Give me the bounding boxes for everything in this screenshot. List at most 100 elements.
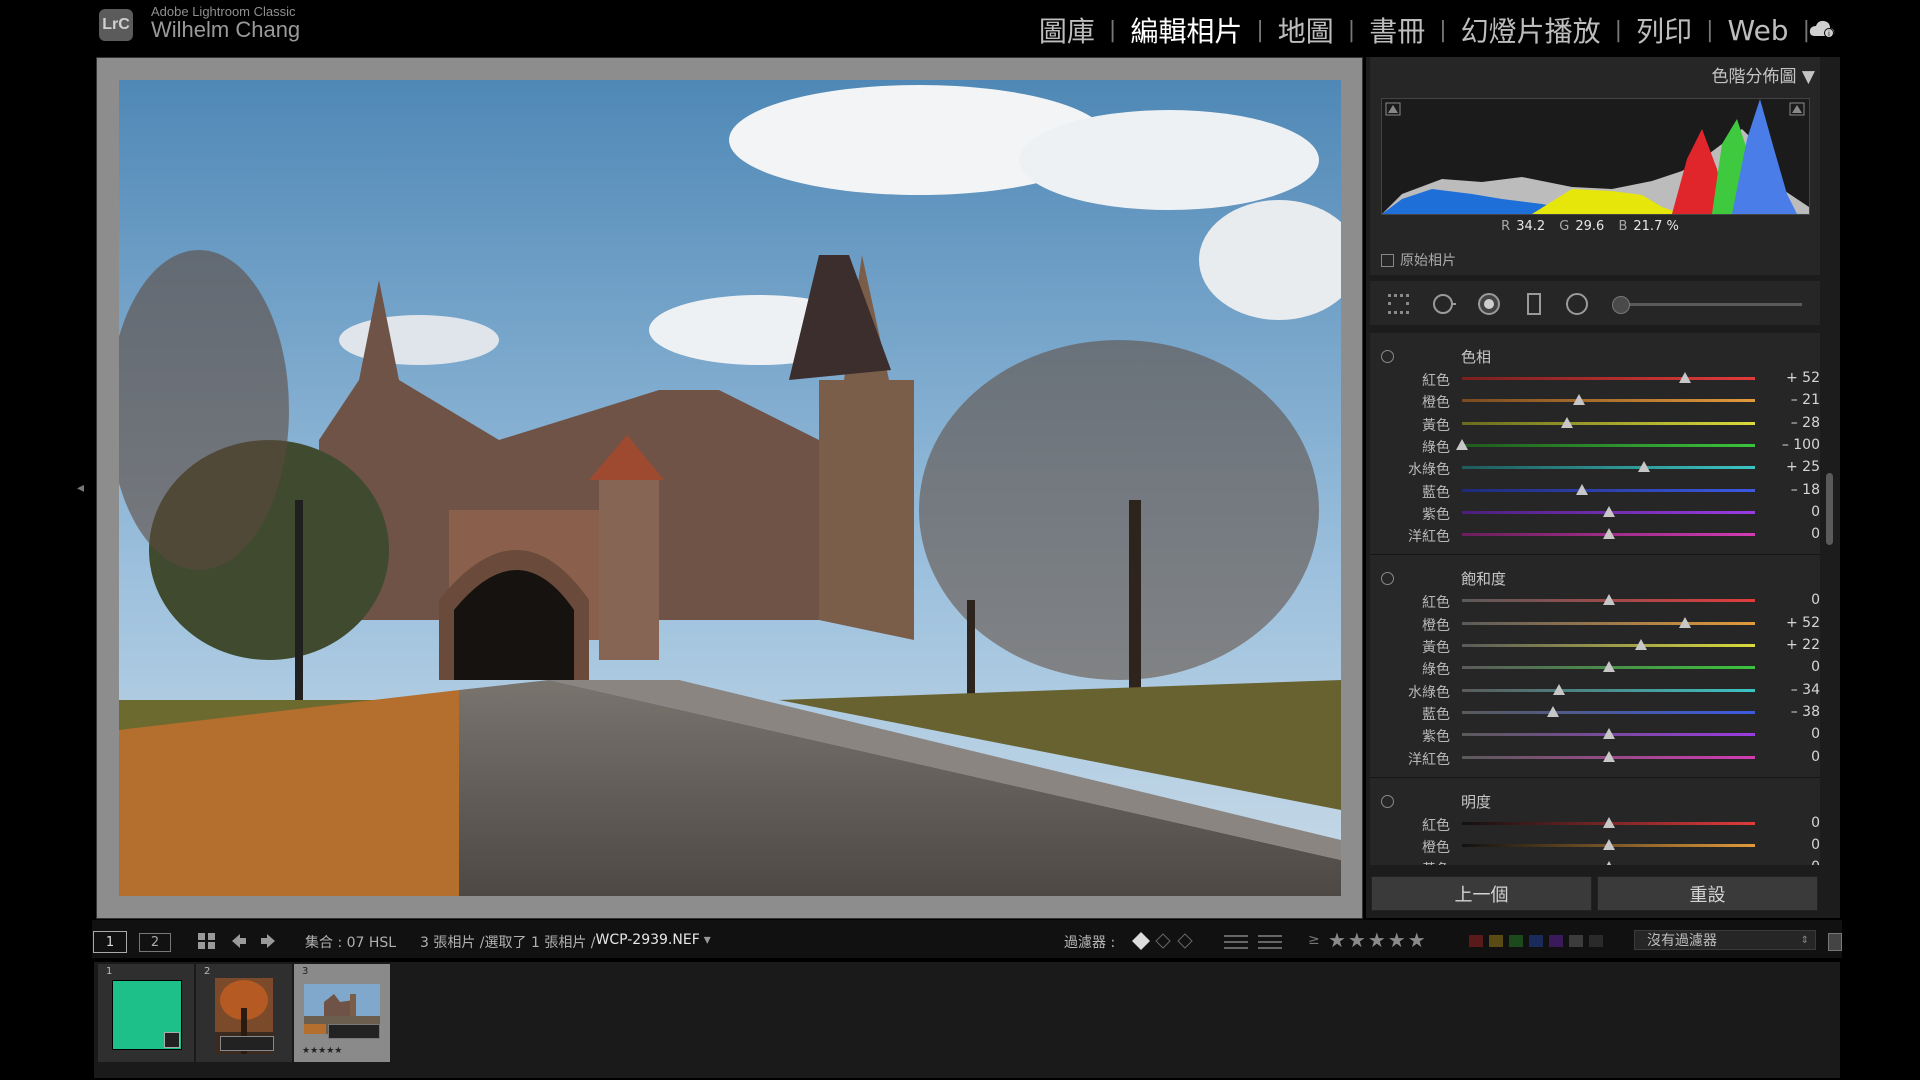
edit-filter-icons[interactable] xyxy=(1222,930,1284,952)
slider-knob[interactable] xyxy=(1602,728,1615,740)
slider-track[interactable] xyxy=(1462,488,1755,492)
section-divider xyxy=(1370,776,1820,778)
selection-info[interactable]: 3 張相片 /選取了 1 張相片 / WCP-2939.NEF ▾ xyxy=(420,932,711,952)
main-window-button[interactable]: 1 xyxy=(93,931,127,953)
slider-knob[interactable] xyxy=(1602,816,1615,828)
slider-label: 紅色 xyxy=(1422,595,1450,612)
slider-value[interactable]: + 25 xyxy=(1752,459,1820,475)
brush-slider-knob[interactable] xyxy=(1612,296,1630,314)
panel-scrollbar[interactable] xyxy=(1826,473,1833,545)
section-target-icon[interactable] xyxy=(1381,794,1394,808)
slider-value[interactable]: – 21 xyxy=(1752,392,1820,408)
slider-track[interactable] xyxy=(1462,621,1755,625)
slider-track[interactable] xyxy=(1462,377,1755,380)
previous-button[interactable]: 上一個 xyxy=(1371,876,1592,911)
filmstrip-thumb[interactable]: 1 xyxy=(98,964,194,1062)
histogram xyxy=(1381,98,1810,215)
slider-value[interactable]: 0 xyxy=(1752,504,1820,520)
slider-value[interactable]: + 52 xyxy=(1752,370,1820,386)
slider-knob[interactable] xyxy=(1602,750,1615,762)
rating-filter-stars[interactable]: ★★★★★ xyxy=(1328,928,1428,952)
slider-knob[interactable] xyxy=(1634,639,1647,650)
slider-knob[interactable] xyxy=(1576,483,1589,495)
main-photo[interactable] xyxy=(119,80,1341,896)
slider-value[interactable]: – 18 xyxy=(1752,482,1820,498)
color-label-filter[interactable] xyxy=(1467,933,1613,949)
slider-track[interactable] xyxy=(1462,688,1755,692)
brush-slider-track[interactable] xyxy=(1620,303,1802,306)
slider-knob[interactable] xyxy=(1456,438,1468,450)
slider-knob[interactable] xyxy=(1602,661,1615,673)
slider-knob[interactable] xyxy=(1602,528,1615,540)
slider-label: 洋紅色 xyxy=(1408,751,1450,768)
section-target-icon[interactable] xyxy=(1381,572,1394,586)
slider-knob[interactable] xyxy=(1546,705,1559,717)
filter-preset-select[interactable]: 沒有過濾器 ⇕ xyxy=(1634,930,1816,950)
module-4[interactable]: 幻燈片播放 xyxy=(1447,10,1615,50)
collection-label: 集合 : 07 HSL xyxy=(305,935,397,951)
rating-operator[interactable]: ≥ xyxy=(1308,932,1320,948)
slider-label: 橙色 xyxy=(1422,840,1450,857)
module-1[interactable]: 編輯相片 xyxy=(1116,10,1256,50)
spot-removal-icon[interactable] xyxy=(1432,292,1456,316)
hsl-slider-row: 洋紅色 0 xyxy=(1370,524,1820,546)
slider-track[interactable] xyxy=(1462,710,1755,714)
slider-track[interactable] xyxy=(1462,399,1755,403)
slider-track[interactable] xyxy=(1462,421,1755,425)
slider-knob[interactable] xyxy=(1561,416,1574,428)
slider-knob[interactable] xyxy=(1573,394,1586,406)
left-panel-toggle-icon[interactable]: ◂ xyxy=(77,480,84,496)
forward-arrow-icon[interactable] xyxy=(259,932,277,950)
slider-track[interactable] xyxy=(1462,466,1755,470)
slider-value[interactable]: 0 xyxy=(1752,659,1820,675)
graduated-filter-icon[interactable] xyxy=(1522,292,1546,316)
slider-knob[interactable] xyxy=(1552,683,1565,695)
red-eye-icon[interactable] xyxy=(1477,292,1501,316)
original-photo-checkbox[interactable]: 原始相片 xyxy=(1381,250,1456,270)
filmstrip-thumb-selected[interactable]: 3 ★★★★★ xyxy=(294,964,390,1062)
slider-value[interactable]: – 28 xyxy=(1752,415,1820,431)
radial-filter-icon[interactable] xyxy=(1565,292,1589,316)
section-target-icon[interactable] xyxy=(1381,350,1394,363)
slider-knob[interactable] xyxy=(1602,861,1615,865)
flag-filter-icons[interactable] xyxy=(1130,930,1198,952)
slider-value[interactable]: 0 xyxy=(1752,837,1820,853)
slider-value[interactable]: 0 xyxy=(1752,592,1820,608)
filmstrip-lock-icon[interactable] xyxy=(1828,933,1842,951)
crop-tool-icon[interactable] xyxy=(1386,292,1410,316)
slider-value[interactable]: 0 xyxy=(1752,749,1820,765)
filmstrip-thumb[interactable]: 2 xyxy=(196,964,292,1062)
slider-value[interactable]: 0 xyxy=(1752,526,1820,542)
slider-knob[interactable] xyxy=(1678,372,1691,383)
slider-knob[interactable] xyxy=(1678,616,1691,628)
slider-value[interactable]: 0 xyxy=(1752,859,1820,865)
module-2[interactable]: 地圖 xyxy=(1264,10,1348,50)
slider-knob[interactable] xyxy=(1637,461,1650,473)
slider-value[interactable]: – 38 xyxy=(1752,704,1820,720)
reset-button[interactable]: 重設 xyxy=(1597,876,1818,911)
hsl-slider-row: 橙色 0 xyxy=(1370,835,1820,857)
slider-label: 洋紅色 xyxy=(1408,529,1450,546)
slider-value[interactable]: – 34 xyxy=(1752,682,1820,698)
module-6[interactable]: Web xyxy=(1714,14,1803,47)
hsl-slider-row: 橙色 – 21 xyxy=(1370,390,1820,412)
slider-track[interactable] xyxy=(1462,644,1755,647)
back-arrow-icon[interactable] xyxy=(230,932,248,950)
second-window-button[interactable]: 2 xyxy=(139,933,171,952)
histogram-title[interactable]: 色階分佈圖 ▼ xyxy=(1370,62,1815,87)
slider-value[interactable]: – 100 xyxy=(1752,437,1820,453)
grid-view-icon[interactable] xyxy=(196,931,218,951)
slider-knob[interactable] xyxy=(1602,505,1615,517)
slider-knob[interactable] xyxy=(1602,839,1615,851)
slider-value[interactable]: + 22 xyxy=(1752,637,1820,653)
slider-value[interactable]: + 52 xyxy=(1752,615,1820,631)
module-5[interactable]: 列印 xyxy=(1622,10,1706,50)
slider-track[interactable] xyxy=(1462,443,1755,447)
module-0[interactable]: 圖庫 xyxy=(1025,10,1109,50)
slider-knob[interactable] xyxy=(1602,594,1615,606)
slider-value[interactable]: 0 xyxy=(1752,726,1820,742)
module-3[interactable]: 書冊 xyxy=(1355,10,1439,50)
slider-value[interactable]: 0 xyxy=(1752,815,1820,831)
cloud-sync-icon[interactable]: i xyxy=(1808,18,1836,40)
hsl-slider-row: 黃色 – 28 xyxy=(1370,413,1820,435)
